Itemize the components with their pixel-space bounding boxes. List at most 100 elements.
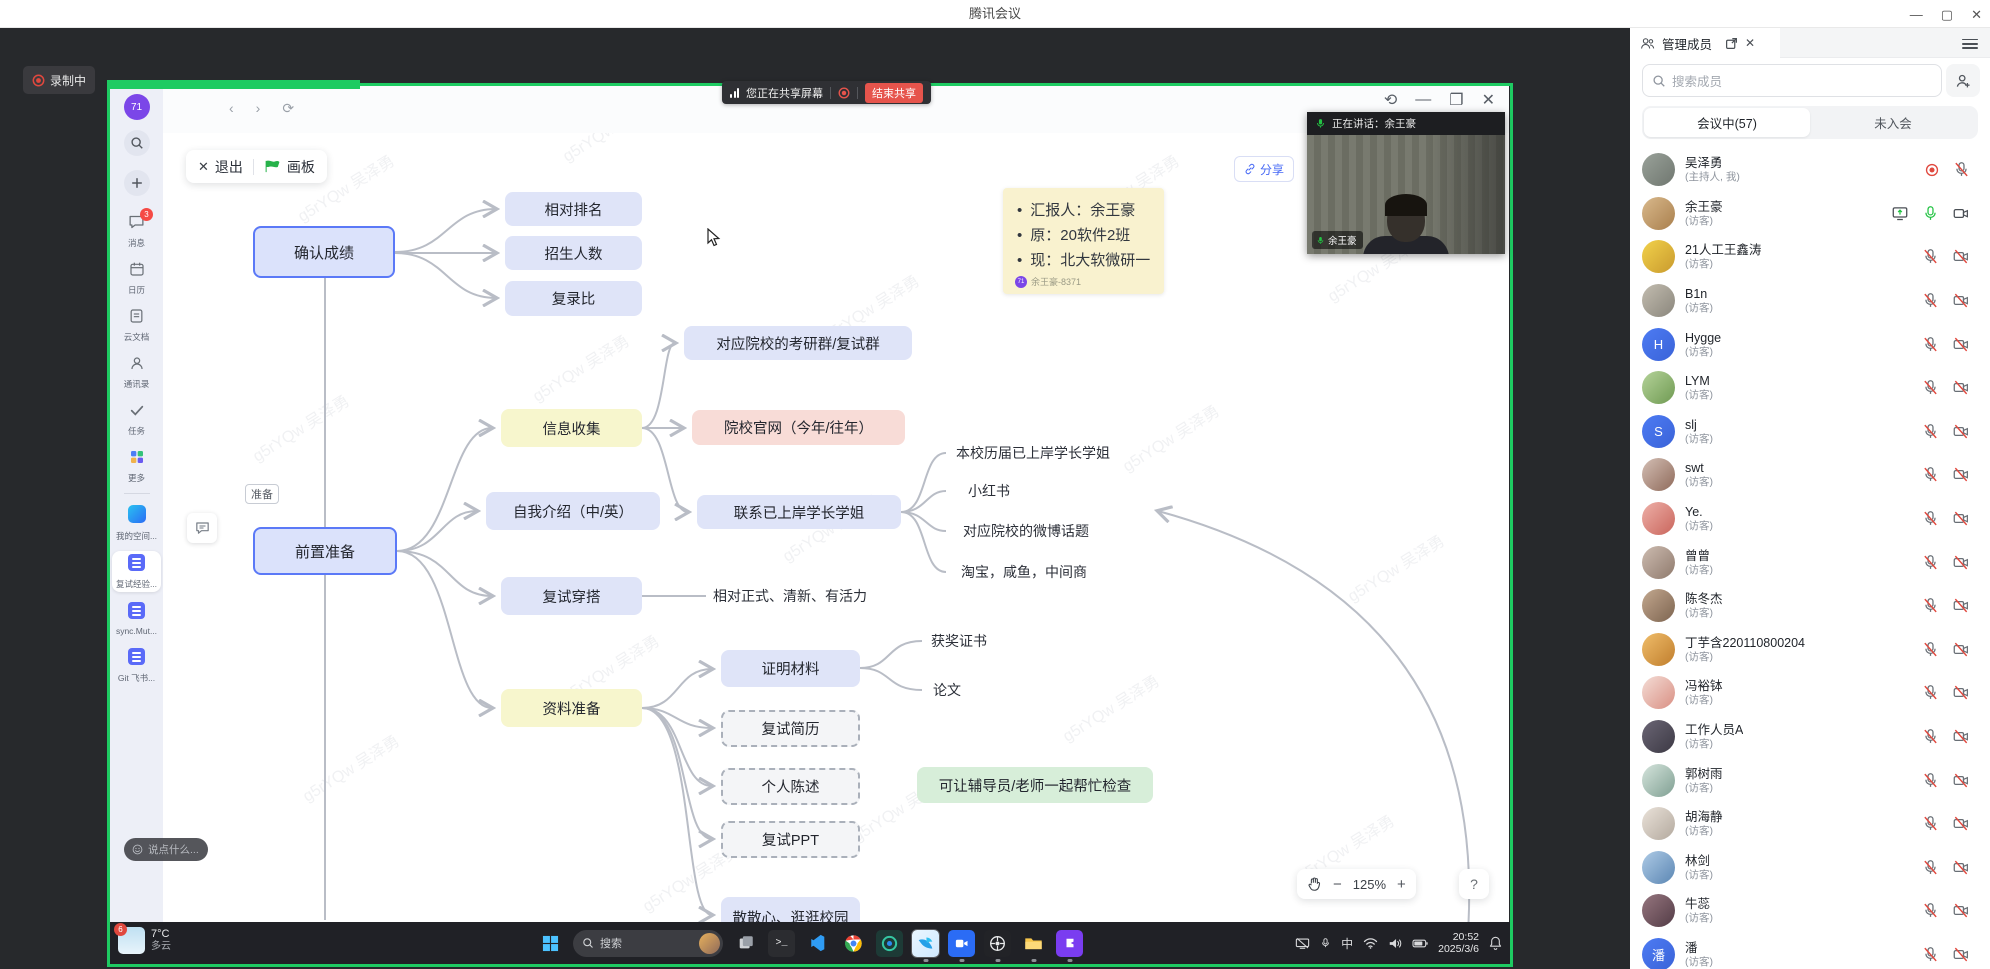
cam-off-icon[interactable] — [1952, 859, 1970, 876]
mindmap-node-zhaosheng[interactable]: 招生人数 — [505, 236, 642, 270]
mindmap-node-xiaohongshu[interactable]: 小红书 — [968, 482, 1010, 500]
taskbar-start-icon[interactable] — [537, 930, 564, 957]
participant-row[interactable]: 丁芋含220110800204(访客) — [1630, 628, 1990, 672]
mic-on-icon[interactable] — [1922, 205, 1939, 222]
cam-off-icon[interactable] — [1952, 379, 1970, 396]
participant-row[interactable]: Sslj(访客) — [1630, 410, 1990, 454]
mindmap-node-benxiao[interactable]: 本校历届已上岸学长学姐 — [956, 444, 1110, 462]
refresh-icon[interactable]: ⟳ — [282, 100, 294, 117]
cam-off-icon[interactable] — [1952, 336, 1970, 353]
participant-row[interactable]: 牛蕊(访客) — [1630, 889, 1990, 933]
mindmap-node-ziliao[interactable]: 资料准备 — [501, 689, 642, 727]
tab-in-meeting[interactable]: 会议中(57) — [1644, 108, 1810, 137]
cam-off-icon[interactable] — [1952, 510, 1970, 527]
taskbar-meeting-icon[interactable] — [948, 930, 975, 957]
panel-menu-icon[interactable] — [1962, 36, 1978, 52]
participant-row[interactable]: 胡海静(访客) — [1630, 802, 1990, 846]
zoom-out-button[interactable]: − — [1333, 876, 1342, 893]
participant-row[interactable]: 21人工王鑫涛(访客) — [1630, 235, 1990, 279]
exit-board-button[interactable]: ✕退出 — [198, 157, 243, 177]
participant-row[interactable]: B1n(访客) — [1630, 279, 1990, 323]
mindmap-node-chenshu[interactable]: 个人陈述 — [721, 768, 860, 805]
taskbar-taskview-icon[interactable] — [732, 930, 759, 957]
forward-icon[interactable]: › — [256, 100, 261, 117]
sidebar-item-calendar[interactable]: 日历 — [112, 258, 161, 298]
add-member-button[interactable] — [1946, 64, 1980, 97]
mic-off-icon[interactable] — [1922, 902, 1939, 919]
taskbar-capcut-icon[interactable] — [1056, 930, 1083, 957]
mic-off-icon[interactable] — [1922, 292, 1939, 309]
mindmap-node-weibo[interactable]: 对应院校的微博话题 — [963, 522, 1089, 540]
mindmap-node-ziwo[interactable]: 自我介绍（中/英） — [486, 492, 660, 530]
cam-off-icon[interactable] — [1952, 554, 1970, 571]
taskbar-edge-icon[interactable] — [876, 930, 903, 957]
end-share-button[interactable]: 结束共享 — [865, 83, 923, 103]
cam-off-icon[interactable] — [1952, 815, 1970, 832]
panel-tab-manage-members[interactable]: 管理成员 ✕ — [1630, 28, 1780, 58]
mindmap-node-lunwen[interactable]: 论文 — [933, 681, 961, 699]
mindmap-node-jiancha[interactable]: 可让辅导员/老师一起帮忙检查 — [917, 767, 1153, 803]
help-button[interactable]: ? — [1459, 869, 1489, 899]
tray-wifi-icon[interactable] — [1363, 937, 1378, 949]
cam-off-icon[interactable] — [1952, 423, 1970, 440]
cam-off-icon[interactable] — [1952, 772, 1970, 789]
record-button-icon[interactable] — [838, 87, 850, 99]
participant-row[interactable]: 陈冬杰(访客) — [1630, 584, 1990, 628]
mic-off-icon[interactable] — [1922, 248, 1939, 265]
sidebar-item-space[interactable]: 我的空间... — [112, 502, 161, 544]
mindmap-node-chuanda[interactable]: 复试穿搭 — [501, 577, 642, 615]
mic-off-icon[interactable] — [1953, 161, 1970, 178]
tab-not-joined[interactable]: 未入会 — [1810, 108, 1976, 137]
app-close-icon[interactable]: ✕ — [1482, 90, 1495, 110]
mic-off-icon[interactable] — [1922, 336, 1939, 353]
taskbar-explorer-icon[interactable] — [1020, 930, 1047, 957]
mindmap-node-lianxi[interactable]: 联系已上岸学长学姐 — [697, 495, 901, 529]
share-screen-icon[interactable] — [1891, 205, 1909, 222]
mic-off-icon[interactable] — [1922, 510, 1939, 527]
maximize-icon[interactable]: ▢ — [1941, 8, 1953, 21]
sidebar-item-tasks[interactable]: 任务 — [112, 399, 161, 439]
record-icon[interactable] — [1924, 162, 1940, 178]
tray-clock[interactable]: 20:522025/3/6 — [1438, 931, 1479, 956]
board-tab[interactable]: 画板 — [264, 157, 315, 177]
participant-row[interactable]: 余王豪(访客) — [1630, 192, 1990, 236]
mindmap-node-kaoyan[interactable]: 对应院校的考研群/复试群 — [684, 326, 912, 360]
cam-off-icon[interactable] — [1952, 597, 1970, 614]
mindmap-node-sansan[interactable]: 散散心、逛逛校园 — [721, 897, 860, 922]
popout-icon[interactable] — [1725, 37, 1738, 50]
history-icon[interactable]: ⟲ — [1384, 90, 1397, 110]
taskbar-search-box[interactable]: 搜索 — [573, 930, 723, 957]
sidebar-item-more[interactable]: 更多 — [112, 446, 161, 486]
zoom-in-button[interactable]: + — [1397, 876, 1406, 893]
mindmap-node-qianzhi[interactable]: 前置准备 — [253, 527, 397, 575]
tray-mic-icon[interactable] — [1320, 936, 1331, 950]
mic-off-icon[interactable] — [1922, 684, 1939, 701]
mic-off-icon[interactable] — [1922, 423, 1939, 440]
mindmap-node-jianli[interactable]: 复试简历 — [721, 710, 860, 747]
share-button[interactable]: 分享 — [1234, 156, 1294, 182]
participant-row[interactable]: 曾曾(访客) — [1630, 540, 1990, 584]
tray-volume-icon[interactable] — [1388, 937, 1402, 950]
cam-off-icon[interactable] — [1952, 466, 1970, 483]
participants-list[interactable]: 吴泽勇(主持人, 我)余王豪(访客)21人工王鑫涛(访客)B1n(访客)HHyg… — [1630, 148, 1990, 969]
sidebar-search-button[interactable] — [124, 130, 150, 156]
participant-row[interactable]: 冯裕钵(访客) — [1630, 671, 1990, 715]
tray-notifications-icon[interactable] — [1489, 936, 1502, 950]
mic-off-icon[interactable] — [1922, 728, 1939, 745]
participant-row[interactable]: 工作人员A(访客) — [1630, 715, 1990, 759]
sidebar-item-chat[interactable]: 消息3 — [112, 210, 161, 251]
participant-row[interactable]: swt(访客) — [1630, 453, 1990, 497]
speaker-video-thumbnail[interactable]: 正在讲话：余王豪 余王豪 — [1307, 112, 1505, 254]
comment-fab[interactable] — [187, 513, 217, 543]
sticky-note[interactable]: 汇报人：余王豪原：20软件2班现：北大软微研一71余王豪-8371 — [1003, 188, 1164, 294]
participant-row[interactable]: HHygge(访客) — [1630, 322, 1990, 366]
sidebar-item-contacts[interactable]: 通讯录 — [112, 352, 161, 392]
minimize-icon[interactable]: — — [1910, 8, 1923, 21]
participant-row[interactable]: 吴泽勇(主持人, 我) — [1630, 148, 1990, 192]
mic-off-icon[interactable] — [1922, 466, 1939, 483]
mindmap-node-huojiang[interactable]: 获奖证书 — [931, 632, 987, 650]
cam-off-icon[interactable] — [1952, 641, 1970, 658]
cam-off-icon[interactable] — [1952, 902, 1970, 919]
cam-off-icon[interactable] — [1952, 946, 1970, 963]
close-icon[interactable]: ✕ — [1971, 8, 1982, 21]
